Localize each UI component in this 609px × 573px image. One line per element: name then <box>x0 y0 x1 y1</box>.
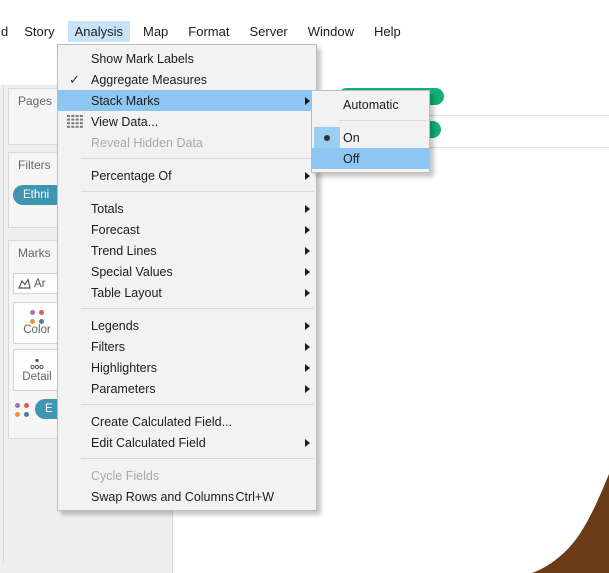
menu-separator <box>58 186 316 198</box>
menubar-item-analysis[interactable]: Analysis <box>67 20 130 42</box>
menu-separator <box>58 399 316 411</box>
menu-item-label: Cycle Fields <box>91 468 160 483</box>
marks-card: Marks Ar Color Detail E <box>8 240 69 439</box>
menu-item-percentage-of[interactable]: Percentage Of <box>58 165 316 186</box>
menubar-item-window[interactable]: Window <box>301 21 361 42</box>
menu-item-label: Totals <box>91 201 124 216</box>
menubar-item-story[interactable]: Story <box>17 21 61 42</box>
menu-item-aggregate-measures[interactable]: ✓ Aggregate Measures <box>58 69 316 90</box>
submenu-arrow-icon <box>298 97 310 105</box>
submenu-item-off[interactable]: Off <box>312 148 429 169</box>
menu-item-label: Highlighters <box>91 360 158 375</box>
menu-separator <box>58 453 316 465</box>
menu-item-label: Reveal Hidden Data <box>91 135 203 150</box>
submenu-arrow-icon <box>298 172 310 180</box>
menu-item-filters[interactable]: Filters <box>58 336 316 357</box>
submenu-separator <box>312 115 429 127</box>
submenu-item-label: On <box>343 130 360 145</box>
menu-item-trend-lines[interactable]: Trend Lines <box>58 240 316 261</box>
submenu-arrow-icon <box>298 385 310 393</box>
submenu-arrow-icon <box>298 343 310 351</box>
radio-bullet-icon <box>324 134 330 141</box>
menu-item-shortcut: Ctrl+W <box>235 489 274 504</box>
submenu-arrow-icon <box>298 364 310 372</box>
menu-item-label: Create Calculated Field... <box>91 414 233 429</box>
submenu-arrow-icon <box>298 439 310 447</box>
color-dots-icon <box>30 310 44 324</box>
menu-item-label: Table Layout <box>91 285 162 300</box>
submenu-item-on[interactable]: On <box>312 127 429 148</box>
menu-item-highlighters[interactable]: Highlighters <box>58 357 316 378</box>
menu-item-swap-rows-and-columns[interactable]: Swap Rows and Columns Ctrl+W <box>58 486 316 507</box>
menubar-item-server[interactable]: Server <box>242 21 294 42</box>
menu-item-parameters[interactable]: Parameters <box>58 378 316 399</box>
color-button[interactable]: Color <box>13 302 61 344</box>
submenu-arrow-icon <box>298 289 310 297</box>
menu-item-label: Percentage Of <box>91 168 172 183</box>
area-mark-icon <box>18 278 31 289</box>
submenu-arrow-icon <box>298 247 310 255</box>
menu-item-cycle-fields: Cycle Fields <box>58 465 316 486</box>
menu-separator <box>58 153 316 165</box>
menu-item-view-data[interactable]: View Data... <box>58 111 316 132</box>
submenu-arrow-icon <box>298 226 310 234</box>
mark-type-value: Ar <box>34 277 46 290</box>
submenu-arrow-icon <box>298 205 310 213</box>
view-data-icon <box>66 115 83 128</box>
tableau-window: d Story Analysis Map Format Server Windo… <box>0 0 609 573</box>
menubar-item-map[interactable]: Map <box>136 21 175 42</box>
menubar-item-dashboard-partial[interactable]: d <box>0 21 15 42</box>
filters-label: Filters <box>18 158 51 172</box>
menubar-item-format[interactable]: Format <box>181 21 236 42</box>
detail-button-label: Detail <box>22 370 52 383</box>
menu-item-label: Parameters <box>91 381 156 396</box>
filters-card: Filters Ethni <box>8 152 65 228</box>
menu-item-create-calculated-field[interactable]: Create Calculated Field... <box>58 411 316 432</box>
menu-item-reveal-hidden-data: Reveal Hidden Data <box>58 132 316 153</box>
menu-item-special-values[interactable]: Special Values <box>58 261 316 282</box>
pages-label: Pages <box>18 94 53 108</box>
checkmark-icon: ✓ <box>69 71 80 87</box>
menu-item-label: Legends <box>91 318 139 333</box>
menubar-item-help[interactable]: Help <box>367 21 408 42</box>
menu-item-table-layout[interactable]: Table Layout <box>58 282 316 303</box>
submenu-item-label: Off <box>343 151 360 166</box>
pages-card: Pages <box>8 88 64 145</box>
menu-item-label: Special Values <box>91 264 173 279</box>
menu-item-label: Swap Rows and Columns <box>91 489 235 504</box>
menu-item-label: View Data... <box>91 114 159 129</box>
menu-item-label: Aggregate Measures <box>91 72 208 87</box>
menu-item-stack-marks[interactable]: Stack Marks <box>58 90 316 111</box>
pane-edge-divider <box>3 85 4 563</box>
menu-bar: d Story Analysis Map Format Server Windo… <box>0 18 609 44</box>
detail-button[interactable]: Detail <box>13 349 61 391</box>
detail-dots-icon <box>30 358 44 369</box>
submenu-arrow-icon <box>298 322 310 330</box>
menu-item-label: Trend Lines <box>91 243 157 258</box>
menu-item-edit-calculated-field[interactable]: Edit Calculated Field <box>58 432 316 453</box>
submenu-item-label: Automatic <box>343 97 399 112</box>
menu-item-legends[interactable]: Legends <box>58 315 316 336</box>
submenu-item-automatic[interactable]: Automatic <box>312 94 429 115</box>
marks-label: Marks <box>18 246 51 260</box>
stack-marks-submenu: Automatic On Off <box>311 90 430 173</box>
menu-separator <box>58 303 316 315</box>
menu-item-label: Show Mark Labels <box>91 51 194 66</box>
menu-item-label: Stack Marks <box>91 93 160 108</box>
submenu-arrow-icon <box>298 268 310 276</box>
menu-item-label: Forecast <box>91 222 140 237</box>
encoding-color-icon <box>15 402 29 417</box>
menu-item-label: Filters <box>91 339 126 354</box>
menu-item-totals[interactable]: Totals <box>58 198 316 219</box>
menu-item-show-mark-labels[interactable]: Show Mark Labels <box>58 48 316 69</box>
area-chart-mark[interactable] <box>529 473 609 573</box>
menu-item-label: Edit Calculated Field <box>91 435 206 450</box>
encoding-row <box>15 401 29 419</box>
color-button-label: Color <box>23 324 51 336</box>
mark-type-dropdown[interactable]: Ar <box>13 273 63 294</box>
menu-item-forecast[interactable]: Forecast <box>58 219 316 240</box>
analysis-menu: Show Mark Labels ✓ Aggregate Measures St… <box>57 44 317 511</box>
